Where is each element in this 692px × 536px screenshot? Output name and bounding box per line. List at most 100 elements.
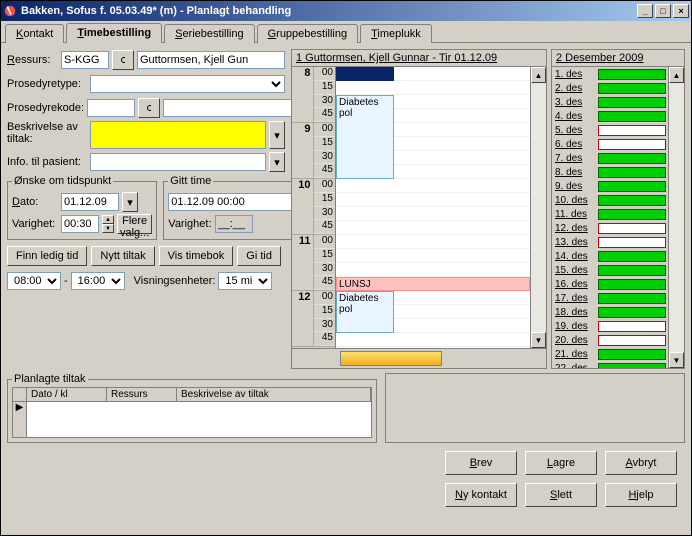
tab-gruppebestilling[interactable]: Gruppebestilling bbox=[257, 24, 359, 43]
day-availability-bar[interactable] bbox=[598, 111, 666, 122]
day-link[interactable]: 12. des bbox=[552, 223, 596, 234]
day-availability-bar[interactable] bbox=[598, 223, 666, 234]
scroll-up-button[interactable]: ▲ bbox=[531, 67, 546, 83]
grid-col-beskrivelse[interactable]: Beskrivelse av tiltak bbox=[177, 388, 371, 401]
day-availability-bar[interactable] bbox=[598, 335, 666, 346]
schedule-header[interactable]: 1 Guttormsen, Kjell Gunnar - Tir 01.12.0… bbox=[296, 52, 497, 64]
day-availability-bar[interactable] bbox=[598, 279, 666, 290]
scroll-down-button[interactable]: ▼ bbox=[531, 332, 546, 348]
day-link[interactable]: 3. des bbox=[552, 97, 596, 108]
day-availability-bar[interactable] bbox=[598, 195, 666, 206]
lagre-button[interactable]: Lagre bbox=[525, 451, 597, 475]
day-link[interactable]: 22. des bbox=[552, 363, 596, 369]
beskrivelse-dropdown-button[interactable]: ▾ bbox=[269, 121, 285, 149]
day-availability-bar[interactable] bbox=[598, 363, 666, 369]
month-header[interactable]: 2 Desember 2009 bbox=[556, 52, 643, 64]
day-link[interactable]: 1. des bbox=[552, 69, 596, 80]
prosedyrekode-input[interactable] bbox=[87, 99, 135, 117]
varighet-up-button[interactable]: ▲ bbox=[102, 215, 114, 224]
day-availability-bar[interactable] bbox=[598, 153, 666, 164]
tiltak-grid[interactable]: Dato / kl Ressurs Beskrivelse av tiltak … bbox=[12, 387, 372, 438]
tab-timebestilling[interactable]: Timebestilling bbox=[66, 23, 162, 43]
day-link[interactable]: 10. des bbox=[552, 195, 596, 206]
day-link[interactable]: 21. des bbox=[552, 349, 596, 360]
day-availability-bar[interactable] bbox=[598, 181, 666, 192]
day-link[interactable]: 18. des bbox=[552, 307, 596, 318]
vis-timebok-button[interactable]: Vis timebok bbox=[159, 246, 234, 266]
day-availability-bar[interactable] bbox=[598, 237, 666, 248]
minimize-button[interactable]: _ bbox=[637, 4, 653, 18]
appointment-block[interactable]: Diabetes pol bbox=[336, 291, 394, 333]
day-availability-bar[interactable] bbox=[598, 321, 666, 332]
visningsenheter-select[interactable]: 15 min bbox=[218, 272, 272, 290]
ny-kontakt-button[interactable]: Ny kontakt bbox=[445, 483, 517, 507]
grid-col-marker[interactable] bbox=[13, 388, 27, 401]
brev-button[interactable]: Brev bbox=[445, 451, 517, 475]
day-link[interactable]: 17. des bbox=[552, 293, 596, 304]
day-link[interactable]: 6. des bbox=[552, 139, 596, 150]
scroll-track[interactable] bbox=[531, 83, 546, 332]
day-link[interactable]: 11. des bbox=[552, 209, 596, 220]
tab-timeplukk[interactable]: Timeplukk bbox=[360, 24, 432, 43]
time-from-select[interactable]: 08:00 bbox=[7, 272, 61, 290]
appointment-block[interactable]: Diabetes pol bbox=[336, 95, 394, 179]
grid-col-ressurs[interactable]: Ressurs bbox=[107, 388, 177, 401]
day-availability-bar[interactable] bbox=[598, 139, 666, 150]
hjelp-button[interactable]: Hjelp bbox=[605, 483, 677, 507]
beskrivelse-input[interactable] bbox=[90, 121, 266, 149]
close-button[interactable]: × bbox=[673, 4, 689, 18]
finn-ledig-tid-button[interactable]: Finn ledig tid bbox=[7, 246, 87, 266]
nytt-tiltak-button[interactable]: Nytt tiltak bbox=[91, 246, 154, 266]
prosedyretype-select[interactable] bbox=[90, 75, 285, 93]
month-scroll-up-button[interactable]: ▲ bbox=[669, 67, 684, 83]
day-availability-bar[interactable] bbox=[598, 307, 666, 318]
day-link[interactable]: 15. des bbox=[552, 265, 596, 276]
onske-dato-input[interactable] bbox=[61, 193, 119, 211]
month-scroll-track[interactable] bbox=[669, 83, 684, 352]
day-link[interactable]: 19. des bbox=[552, 321, 596, 332]
tab-seriebestilling[interactable]: Seriebestilling bbox=[164, 24, 255, 43]
varighet-down-button[interactable]: ▼ bbox=[102, 224, 114, 233]
day-link[interactable]: 8. des bbox=[552, 167, 596, 178]
avbryt-button[interactable]: Avbryt bbox=[605, 451, 677, 475]
appointment-block[interactable]: LUNSJ bbox=[336, 277, 530, 291]
info-pasient-input[interactable] bbox=[90, 153, 266, 171]
day-availability-bar[interactable] bbox=[598, 209, 666, 220]
day-link[interactable]: 5. des bbox=[552, 125, 596, 136]
schedule-nav-button[interactable] bbox=[340, 351, 442, 366]
prosedyrekode-search-button[interactable] bbox=[138, 98, 160, 118]
day-link[interactable]: 2. des bbox=[552, 83, 596, 94]
day-link[interactable]: 9. des bbox=[552, 181, 596, 192]
onske-varighet-input[interactable] bbox=[61, 215, 99, 233]
day-link[interactable]: 7. des bbox=[552, 153, 596, 164]
day-availability-bar[interactable] bbox=[598, 265, 666, 276]
day-link[interactable]: 13. des bbox=[552, 237, 596, 248]
onske-dato-picker-button[interactable]: ▾ bbox=[122, 192, 138, 212]
day-availability-bar[interactable] bbox=[598, 83, 666, 94]
day-link[interactable]: 4. des bbox=[552, 111, 596, 122]
day-link[interactable]: 16. des bbox=[552, 279, 596, 290]
info-dropdown-button[interactable]: ▾ bbox=[269, 152, 285, 172]
month-scroll-down-button[interactable]: ▼ bbox=[669, 352, 684, 368]
day-link[interactable]: 20. des bbox=[552, 335, 596, 346]
day-link[interactable]: 14. des bbox=[552, 251, 596, 262]
ressurs-name-input[interactable] bbox=[137, 51, 285, 69]
time-to-select[interactable]: 16:00 bbox=[71, 272, 125, 290]
slett-button[interactable]: Slett bbox=[525, 483, 597, 507]
ressurs-search-button[interactable] bbox=[112, 50, 134, 70]
grid-col-dato[interactable]: Dato / kl bbox=[27, 388, 107, 401]
day-availability-bar[interactable] bbox=[598, 167, 666, 178]
appointment-block[interactable] bbox=[336, 67, 394, 81]
day-availability-bar[interactable] bbox=[598, 97, 666, 108]
day-availability-bar[interactable] bbox=[598, 251, 666, 262]
day-availability-bar[interactable] bbox=[598, 125, 666, 136]
tab-kontakt[interactable]: Kontakt bbox=[5, 24, 64, 43]
ressurs-code-input[interactable] bbox=[61, 51, 109, 69]
flere-valg-button[interactable]: Flere valg... bbox=[117, 214, 152, 234]
gi-tid-button[interactable]: Gi tid bbox=[237, 246, 281, 266]
schedule-grid[interactable]: 8001530459001530451000153045110015304512… bbox=[291, 66, 547, 349]
maximize-button[interactable]: □ bbox=[655, 4, 671, 18]
day-availability-bar[interactable] bbox=[598, 349, 666, 360]
day-availability-bar[interactable] bbox=[598, 293, 666, 304]
day-availability-bar[interactable] bbox=[598, 69, 666, 80]
